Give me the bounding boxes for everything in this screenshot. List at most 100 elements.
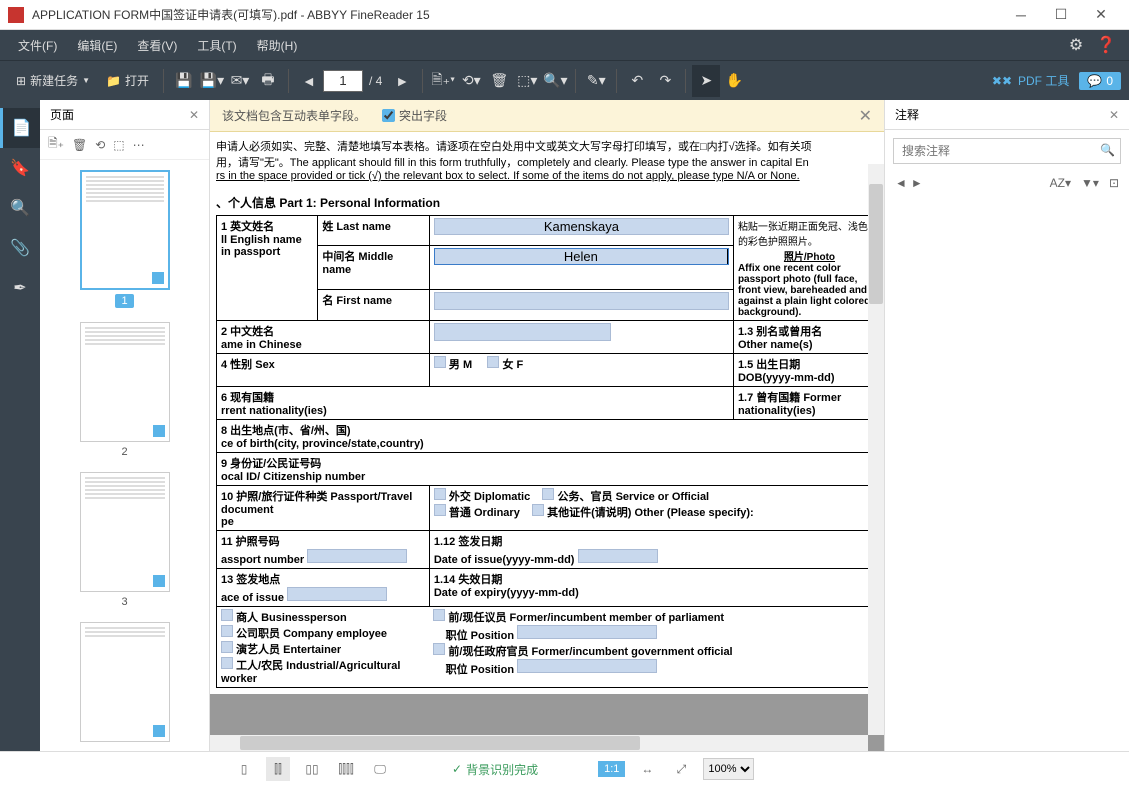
expand-icon[interactable]: ⊡ <box>1109 176 1119 190</box>
firstname-field[interactable] <box>434 292 729 310</box>
thumb-num-3: 3 <box>121 596 127 608</box>
new-task-button[interactable]: ⊞新建任务▼ <box>8 65 98 97</box>
settings-icon[interactable]: ⚙ <box>1061 30 1091 60</box>
menu-view[interactable]: 查看(V) <box>127 30 187 60</box>
rail-bookmarks-icon[interactable]: 🔖 <box>0 148 40 188</box>
rail-attachments-icon[interactable]: 📎 <box>0 228 40 268</box>
save-icon[interactable]: 💾 <box>170 65 198 97</box>
rail-signature-icon[interactable]: ✒ <box>0 268 40 308</box>
rotate-btn[interactable]: ⟲ <box>95 138 105 152</box>
rotate-icon[interactable]: ⟲▾ <box>457 65 485 97</box>
fit-button[interactable]: 1:1 <box>598 761 625 777</box>
firstname-label: 名 First name <box>322 295 392 307</box>
view-two-cont-icon[interactable]: ⫿⫿⫿⫿ <box>334 757 358 781</box>
view-single-icon[interactable]: ▯ <box>232 757 256 781</box>
info-close-icon[interactable]: ✕ <box>859 106 872 126</box>
vertical-scrollbar[interactable] <box>868 164 884 735</box>
pt-oth-check[interactable] <box>532 504 544 516</box>
thumb-1[interactable] <box>80 170 170 290</box>
menu-tools[interactable]: 工具(T) <box>187 30 246 60</box>
occ-gov-check[interactable] <box>433 643 445 655</box>
help-icon[interactable]: ❓ <box>1091 30 1121 60</box>
occ-par-check[interactable] <box>433 609 445 621</box>
rail-search-icon[interactable]: 🔍 <box>0 188 40 228</box>
save-as-icon[interactable]: 💾▾ <box>198 65 226 97</box>
delete-btn[interactable]: 🗑 <box>72 138 87 152</box>
view-continuous-icon[interactable]: ⫿⫿ <box>266 757 290 781</box>
instr-line2: 用，请写"无"。The applicant should fill in thi… <box>216 154 884 170</box>
search-icon[interactable]: 🔍 <box>1100 143 1115 157</box>
menu-file[interactable]: 文件(F) <box>8 30 67 60</box>
chinese-name-field[interactable] <box>434 323 611 341</box>
search-comments-input[interactable] <box>893 138 1121 164</box>
prev-comment-icon[interactable]: ◄ <box>895 176 907 190</box>
passport-num-field[interactable] <box>307 549 407 563</box>
pages-close-icon[interactable]: ✕ <box>189 108 199 122</box>
thumb-4[interactable] <box>80 622 170 742</box>
comments-close-icon[interactable]: ✕ <box>1109 108 1119 122</box>
thumbnails: 1 2 3 <box>40 160 209 751</box>
issue-place-field[interactable] <box>287 587 387 601</box>
filter-icon[interactable]: ▼▾ <box>1081 176 1099 190</box>
sex-m-check[interactable] <box>434 356 446 368</box>
horizontal-scrollbar[interactable] <box>210 735 868 751</box>
comments-title: 注释 <box>895 106 919 123</box>
zoom-select[interactable]: 100% <box>703 758 754 780</box>
prev-page-icon[interactable]: ◄ <box>295 65 323 97</box>
pt-dip-check[interactable] <box>434 488 446 500</box>
recognize-btn[interactable]: ⬚ <box>113 138 124 152</box>
comments-badge[interactable]: 💬 0 <box>1079 72 1121 90</box>
search-doc-icon[interactable]: 🔍▾ <box>541 65 569 97</box>
document-viewport[interactable]: 申请人必须如实、完整、清楚地填写本表格。请逐项在空白处用中文或英文大写字母打印填… <box>210 132 884 751</box>
pt-svc-check[interactable] <box>542 488 554 500</box>
next-page-icon[interactable]: ► <box>388 65 416 97</box>
view-two-icon[interactable]: ▯▯ <box>300 757 324 781</box>
titlebar: APPLICATION FORM中国签证申请表(可填写).pdf - ABBYY… <box>0 0 1129 30</box>
delete-page-icon[interactable]: 🗑 <box>485 65 513 97</box>
fit-page-icon[interactable]: ⤢ <box>669 757 693 781</box>
open-button[interactable]: 📁打开 <box>98 65 157 97</box>
f1-1-label: 1 英文姓名 <box>221 218 313 234</box>
pointer-icon[interactable]: ➤ <box>692 65 720 97</box>
menu-help[interactable]: 帮助(H) <box>247 30 308 60</box>
occ-bus-check[interactable] <box>221 609 233 621</box>
undo-icon[interactable]: ↶ <box>623 65 651 97</box>
thumb-3[interactable] <box>80 472 170 592</box>
print-icon[interactable]: 🖶 <box>254 65 282 97</box>
close-button[interactable]: ✕ <box>1081 0 1121 30</box>
sort-button[interactable]: AZ▾ <box>1050 176 1071 190</box>
pt-ord-check[interactable] <box>434 504 446 516</box>
middlename-field[interactable] <box>434 248 729 265</box>
add-page-icon[interactable]: 🗎₊▾ <box>429 65 457 97</box>
mail-icon[interactable]: ✉▾ <box>226 65 254 97</box>
thumb-2[interactable] <box>80 322 170 442</box>
position1-field[interactable] <box>517 625 657 639</box>
fit-width-icon[interactable]: ↔ <box>635 757 659 781</box>
menu-edit[interactable]: 编辑(E) <box>67 30 127 60</box>
minimize-button[interactable]: ─ <box>1001 0 1041 30</box>
add-page-btn[interactable]: 🗎₊ <box>48 134 64 155</box>
view-fullscreen-icon[interactable]: 🖵 <box>368 757 392 781</box>
occ-ent-check[interactable] <box>221 641 233 653</box>
sign-icon[interactable]: ✎▾ <box>582 65 610 97</box>
page-input[interactable] <box>323 70 363 92</box>
sex-f-check[interactable] <box>487 356 499 368</box>
issue-date-field[interactable] <box>578 549 658 563</box>
highlight-check-input[interactable] <box>382 109 395 122</box>
redo-icon[interactable]: ↷ <box>651 65 679 97</box>
position2-field[interactable] <box>517 659 657 673</box>
thumb-num-1: 1 <box>115 294 133 308</box>
maximize-button[interactable]: ☐ <box>1041 0 1081 30</box>
rail-pages-icon[interactable]: 📄 <box>0 108 40 148</box>
next-comment-icon[interactable]: ► <box>911 176 923 190</box>
pdf-tools-button[interactable]: ✖✖ PDF 工具 <box>982 72 1079 89</box>
recognize-icon[interactable]: ⬚▾ <box>513 65 541 97</box>
more-btn[interactable]: ⋯ <box>133 138 145 152</box>
occ-wrk-check[interactable] <box>221 657 233 669</box>
hand-icon[interactable]: ✋ <box>720 65 748 97</box>
pdf-page: 申请人必须如实、完整、清楚地填写本表格。请逐项在空白处用中文或英文大写字母打印填… <box>210 132 884 694</box>
highlight-checkbox[interactable]: 突出字段 <box>382 107 447 124</box>
menubar: 文件(F) 编辑(E) 查看(V) 工具(T) 帮助(H) ⚙ ❓ <box>0 30 1129 60</box>
occ-emp-check[interactable] <box>221 625 233 637</box>
lastname-field[interactable] <box>434 218 729 235</box>
